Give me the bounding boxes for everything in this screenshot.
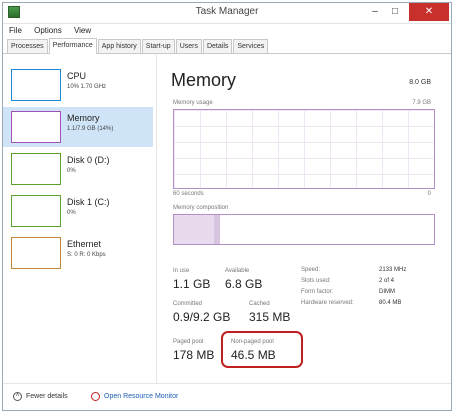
footer-bar: ˄ Fewer details Open Resource Monitor xyxy=(3,383,451,410)
in-use-label: In use xyxy=(173,268,190,274)
menu-options[interactable]: Options xyxy=(34,26,62,35)
sidebar-item-disk-1[interactable]: Disk 1 (C:) 0% xyxy=(3,191,153,231)
available-label: Available xyxy=(225,268,250,274)
page-title: Memory xyxy=(171,70,237,90)
disk0-thumbnail-graph xyxy=(11,153,61,185)
hardware-reserved-value: 80.4 MB xyxy=(379,300,402,306)
minimize-button[interactable]: – xyxy=(365,3,385,21)
composition-in-use xyxy=(174,215,215,244)
committed-label: Committed xyxy=(173,301,203,307)
close-button[interactable]: ✕ xyxy=(409,3,449,21)
tab-users[interactable]: Users xyxy=(175,39,202,53)
form-factor-label: Form factor: xyxy=(301,289,334,295)
memory-total: 8.0 GB xyxy=(409,79,431,86)
sidebar-item-label: Memory xyxy=(67,113,100,123)
sidebar-item-label: CPU xyxy=(67,71,87,81)
sidebar-item-disk-0[interactable]: Disk 0 (D:) 0% xyxy=(3,149,153,189)
sidebar-item-detail: 10% 1.70 GHz xyxy=(67,84,107,90)
memory-composition-bar xyxy=(173,214,435,245)
resource-sidebar: CPU 10% 1.70 GHz Memory 1.1/7.9 GB (14%)… xyxy=(3,54,157,383)
memory-thumbnail-graph xyxy=(11,111,61,143)
tab-start-up[interactable]: Start-up xyxy=(141,39,175,53)
memory-usage-label: Memory usage xyxy=(173,100,213,106)
tab-app-history[interactable]: App history xyxy=(97,39,141,53)
ethernet-thumbnail-graph xyxy=(11,237,61,269)
composition-modified xyxy=(214,215,220,244)
memory-composition-label: Memory composition xyxy=(173,205,229,211)
paged-pool-value: 178 MB xyxy=(173,348,215,362)
menu-bar: File Options View xyxy=(3,24,451,38)
tab-services[interactable]: Services xyxy=(233,39,269,53)
slots-used-label: Slots used: xyxy=(301,278,331,284)
open-resource-monitor-link[interactable]: Open Resource Monitor xyxy=(104,393,178,400)
sidebar-item-label: Disk 1 (C:) xyxy=(67,197,110,207)
form-factor-value: DIMM xyxy=(379,289,395,295)
hardware-reserved-label: Hardware reserved: xyxy=(301,300,354,306)
non-paged-pool-highlight xyxy=(221,331,303,368)
paged-pool-label: Paged pool xyxy=(173,339,204,345)
sidebar-item-detail: 1.1/7.9 GB (14%) xyxy=(67,126,114,132)
sidebar-item-memory[interactable]: Memory 1.1/7.9 GB (14%) xyxy=(3,107,153,147)
sidebar-item-label: Disk 0 (D:) xyxy=(67,155,110,165)
cached-label: Cached xyxy=(249,301,270,307)
tab-strip: Processes Performance App history Start-… xyxy=(3,38,451,54)
tab-performance[interactable]: Performance xyxy=(48,38,97,54)
chevron-up-icon[interactable]: ˄ xyxy=(13,392,22,401)
graph-min-value: 0 xyxy=(427,191,431,197)
available-value: 6.8 GB xyxy=(225,277,263,291)
graph-time-span: 60 seconds xyxy=(173,191,204,197)
fewer-details-link[interactable]: Fewer details xyxy=(26,393,68,400)
maximize-button[interactable]: □ xyxy=(385,3,405,21)
speed-value: 2133 MHz xyxy=(379,267,407,273)
memory-usage-graph xyxy=(173,109,435,189)
sidebar-item-label: Ethernet xyxy=(67,239,102,249)
memory-detail-panel: Memory 8.0 GB Memory usage 7.9 GB 60 sec… xyxy=(163,54,443,383)
tab-details[interactable]: Details xyxy=(202,39,233,53)
in-use-value: 1.1 GB xyxy=(173,277,211,291)
committed-value: 0.9/9.2 GB xyxy=(173,310,231,324)
disk1-thumbnail-graph xyxy=(11,195,61,227)
title-bar[interactable]: Task Manager – □ ✕ xyxy=(3,3,451,24)
sidebar-item-detail: S: 0 R: 0 Kbps xyxy=(67,252,106,258)
menu-file[interactable]: File xyxy=(9,26,22,35)
sidebar-item-detail: 0% xyxy=(67,168,76,174)
menu-view[interactable]: View xyxy=(74,26,91,35)
cached-value: 315 MB xyxy=(249,310,291,324)
sidebar-item-detail: 0% xyxy=(67,210,76,216)
cpu-thumbnail-graph xyxy=(11,69,61,101)
speed-label: Speed: xyxy=(301,267,321,273)
tab-processes[interactable]: Processes xyxy=(7,39,48,53)
sidebar-item-cpu[interactable]: CPU 10% 1.70 GHz xyxy=(3,65,153,105)
sidebar-item-ethernet[interactable]: Ethernet S: 0 R: 0 Kbps xyxy=(3,233,153,273)
resource-monitor-icon[interactable] xyxy=(91,392,100,401)
slots-used-value: 2 of 4 xyxy=(379,278,395,284)
memory-usage-max: 7.9 GB xyxy=(412,100,431,106)
